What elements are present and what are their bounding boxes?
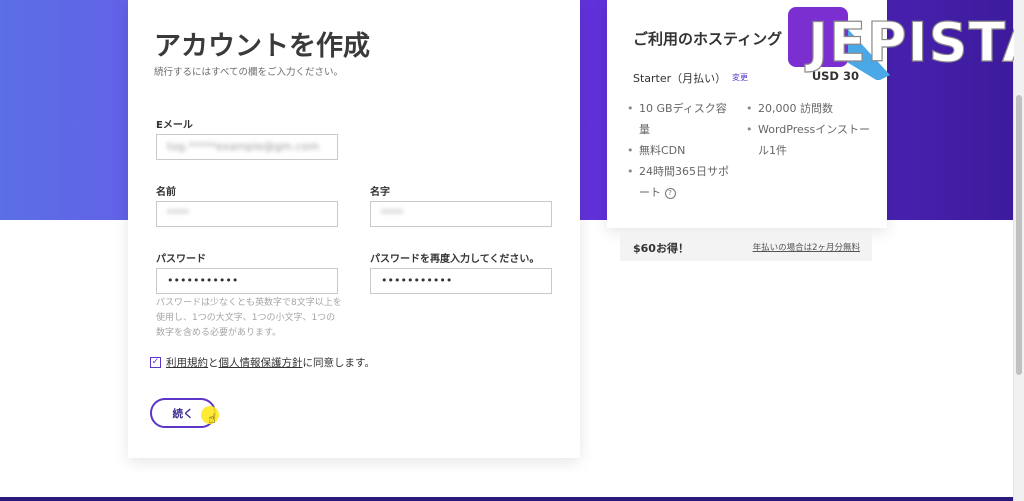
password-confirm-field[interactable]: ••••••••••• <box>370 268 552 294</box>
password-value: ••••••••••• <box>167 274 239 287</box>
savings-banner: $60お得！ 年払いの場合は2ヶ月分無料 <box>620 233 872 261</box>
savings-amount: $60お得！ <box>633 242 689 255</box>
feature-text: 無料CDN <box>639 144 686 157</box>
bullet: • <box>627 102 634 115</box>
info-icon[interactable]: ? <box>664 188 676 199</box>
plan-name: Starter（月払い） <box>633 72 727 85</box>
last-name-label: 名字 <box>370 187 390 198</box>
page-title: アカウントを作成 <box>154 31 370 62</box>
feature-text: 20,000 訪問数 <box>758 102 833 115</box>
page-subtitle: 続行するにはすべての欄をご入力ください。 <box>154 67 343 78</box>
password-field[interactable]: ••••••••••• <box>156 268 338 294</box>
logo-text: JEPISTA <box>804 11 1014 74</box>
feature-item: • WordPressインストール1件 <box>746 119 874 161</box>
agree-suffix-text: に同意します。 <box>302 357 375 369</box>
bullet: • <box>627 165 634 178</box>
feature-item: • 無料CDN <box>627 140 735 161</box>
bullet: • <box>627 144 634 157</box>
check-icon: ✓ <box>151 357 160 367</box>
first-name-field[interactable]: **** <box>156 201 338 227</box>
plan-change-link[interactable]: 変更 <box>732 72 748 83</box>
privacy-policy-link[interactable]: 個人情報保護方針 <box>219 355 303 370</box>
first-name-value: **** <box>167 207 189 220</box>
feature-item: • 24時間365日サポート ? <box>627 161 735 203</box>
feature-text: 10 GBディスク容量 <box>639 102 727 136</box>
plan-title: ご利用のホスティング <box>633 30 783 48</box>
first-name-label: 名前 <box>156 187 176 198</box>
password-label: パスワード <box>156 254 206 265</box>
feature-list-left: • 10 GBディスク容量 • 無料CDN • 24時間365日サポート ? <box>627 98 735 203</box>
last-name-value: **** <box>381 207 403 220</box>
annual-billing-link[interactable]: 年払いの場合は2ヶ月分無料 <box>753 241 860 253</box>
password-hint: パスワードは少なくとも英数字で8文字以上を使用し、1つの大文字、1つの小文字、1… <box>156 298 342 338</box>
last-name-field[interactable]: **** <box>370 201 552 227</box>
bullet: • <box>746 102 753 115</box>
feature-text-support: 24時間365日サポート ? <box>639 161 735 203</box>
feature-item: • 20,000 訪問数 <box>746 98 874 119</box>
feature-list-right: • 20,000 訪問数 • WordPressインストール1件 <box>746 98 874 161</box>
signup-card: アカウントを作成 続行するにはすべての欄をご入力ください。 Eメール tog.*… <box>128 0 580 458</box>
feature-text: 24時間365日サポート <box>639 165 729 199</box>
footer-strip <box>0 497 1024 501</box>
email-field[interactable]: tog.*****example@gm.com <box>156 134 338 160</box>
email-label: Eメール <box>156 120 193 131</box>
feature-item: • 10 GBディスク容量 <box>627 98 735 140</box>
password-confirm-value: ••••••••••• <box>381 274 453 287</box>
password-confirm-label: パスワードを再度入力してください。 <box>370 254 540 265</box>
bullet: • <box>746 123 753 136</box>
agree-and-text: と <box>208 357 219 369</box>
pointer-hand-icon: ☝ <box>208 412 216 427</box>
terms-agreement: ✓ 利用規約 と 個人情報保護方針 に同意します。 <box>150 355 375 370</box>
scrollbar-thumb[interactable] <box>1016 95 1022 375</box>
jepista-logo: JEPISTA <box>788 7 1014 80</box>
terms-link[interactable]: 利用規約 <box>166 355 208 370</box>
email-value: tog.*****example@gm.com <box>167 140 320 153</box>
feature-text: WordPressインストール1件 <box>758 123 871 157</box>
page-scrollbar[interactable] <box>1013 0 1024 501</box>
terms-checkbox[interactable]: ✓ <box>150 357 161 368</box>
